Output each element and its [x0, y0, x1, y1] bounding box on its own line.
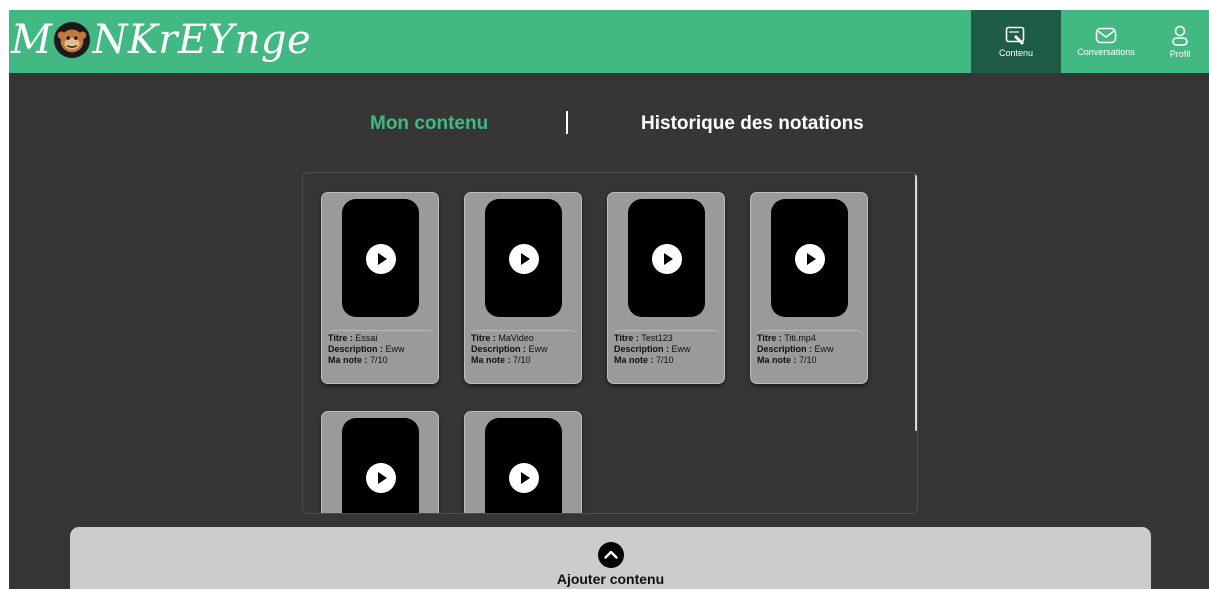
- brand-logo[interactable]: M NKrEYnge: [11, 14, 311, 66]
- video-rating-label: Ma note :: [328, 355, 368, 365]
- video-card[interactable]: Titre : Test123 Description : Eww Ma note …: [607, 192, 725, 384]
- tab-mon-contenu[interactable]: Mon contenu: [370, 110, 488, 138]
- nav-item-label: Conversations: [1077, 46, 1135, 57]
- video-description-value: Eww: [814, 344, 834, 354]
- video-rating: Ma note : 7/10: [471, 355, 577, 366]
- video-description-label: Description :: [757, 344, 813, 354]
- video-title-label: Titre :: [757, 333, 782, 343]
- video-info: Titre : Titi.mp4 Description : Eww Ma note…: [757, 330, 863, 366]
- video-description: Description : Eww: [471, 344, 577, 355]
- scrollbar[interactable]: [915, 174, 917, 431]
- play-icon[interactable]: [509, 244, 539, 274]
- tab-divider: [566, 111, 568, 134]
- tab-historique[interactable]: Historique des notations: [641, 110, 864, 138]
- add-content-label: Ajouter contenu: [556, 571, 665, 587]
- video-info: Titre : Essai Description : Eww Ma note : …: [328, 330, 434, 366]
- video-description: Description : Eww: [614, 344, 720, 355]
- app-window: M NKrEYnge Contenu Conversations Profil …: [9, 10, 1209, 589]
- video-thumbnail[interactable]: [771, 199, 848, 317]
- main-nav: Contenu Conversations Profil: [971, 10, 1209, 73]
- video-title-label: Titre :: [471, 333, 496, 343]
- nav-item-contenu[interactable]: Contenu: [971, 10, 1061, 73]
- video-card[interactable]: [321, 411, 439, 513]
- video-description-label: Description :: [328, 344, 384, 354]
- play-icon[interactable]: [509, 463, 539, 493]
- video-description-value: Eww: [671, 344, 691, 354]
- nav-item-conversations[interactable]: Conversations: [1061, 10, 1151, 73]
- mail-icon: [1095, 27, 1117, 43]
- video-thumbnail[interactable]: [628, 199, 705, 317]
- content-edit-icon: [1005, 26, 1025, 45]
- nav-item-label: Contenu: [998, 47, 1034, 58]
- video-rating-label: Ma note :: [471, 355, 511, 365]
- brand-name-part1: M: [11, 17, 53, 63]
- user-icon: [1172, 25, 1188, 46]
- video-description: Description : Eww: [328, 344, 434, 355]
- video-description-value: Eww: [528, 344, 548, 354]
- content-panel: Titre : Essai Description : Eww Ma note : …: [302, 172, 918, 514]
- video-rating-value: 7/10: [656, 355, 674, 365]
- video-card[interactable]: Titre : MaVideo Description : Eww Ma note …: [464, 192, 582, 384]
- video-description-label: Description :: [471, 344, 527, 354]
- video-thumbnail[interactable]: [342, 418, 419, 513]
- video-thumbnail[interactable]: [485, 418, 562, 513]
- video-description-value: Eww: [385, 344, 405, 354]
- play-icon[interactable]: [795, 244, 825, 274]
- video-info: Titre : MaVideo Description : Eww Ma note …: [471, 330, 577, 366]
- video-title: Titre : Essai: [328, 333, 434, 344]
- video-title-value: MaVideo: [498, 333, 534, 343]
- play-icon[interactable]: [366, 463, 396, 493]
- video-description-label: Description :: [614, 344, 670, 354]
- video-card[interactable]: Titre : Titi.mp4 Description : Eww Ma note…: [750, 192, 868, 384]
- monkey-icon: [54, 21, 91, 59]
- play-icon[interactable]: [652, 244, 682, 274]
- video-thumbnail[interactable]: [342, 199, 419, 317]
- nav-item-label: Profil: [1169, 48, 1191, 59]
- video-title-value: Test123: [641, 333, 673, 343]
- chevron-up-icon[interactable]: [598, 542, 624, 568]
- video-title-label: Titre :: [328, 333, 353, 343]
- video-info: Titre : Test123 Description : Eww Ma note …: [614, 330, 720, 366]
- nav-item-profil[interactable]: Profil: [1151, 10, 1209, 73]
- video-title-value: Essai: [355, 333, 378, 343]
- video-title: Titre : Titi.mp4: [757, 333, 863, 344]
- video-rating-label: Ma note :: [614, 355, 654, 365]
- video-rating-value: 7/10: [370, 355, 388, 365]
- content-tabs: Mon contenu Historique des notations: [9, 110, 1209, 140]
- video-card[interactable]: Titre : Essai Description : Eww Ma note : …: [321, 192, 439, 384]
- video-title-value: Titi.mp4: [784, 333, 816, 343]
- brand-name-part2: NKrEYnge: [92, 17, 312, 63]
- video-rating-value: 7/10: [513, 355, 531, 365]
- add-content-panel[interactable]: Ajouter contenu: [70, 527, 1151, 589]
- video-title-label: Titre :: [614, 333, 639, 343]
- video-rating: Ma note : 7/10: [757, 355, 863, 366]
- video-rating-value: 7/10: [799, 355, 817, 365]
- video-rating: Ma note : 7/10: [328, 355, 434, 366]
- video-title: Titre : MaVideo: [471, 333, 577, 344]
- video-title: Titre : Test123: [614, 333, 720, 344]
- play-icon[interactable]: [366, 244, 396, 274]
- video-card[interactable]: [464, 411, 582, 513]
- header-bar: M NKrEYnge Contenu Conversations Profil: [9, 10, 1209, 73]
- video-rating-label: Ma note :: [757, 355, 797, 365]
- video-rating: Ma note : 7/10: [614, 355, 720, 366]
- video-thumbnail[interactable]: [485, 199, 562, 317]
- video-description: Description : Eww: [757, 344, 863, 355]
